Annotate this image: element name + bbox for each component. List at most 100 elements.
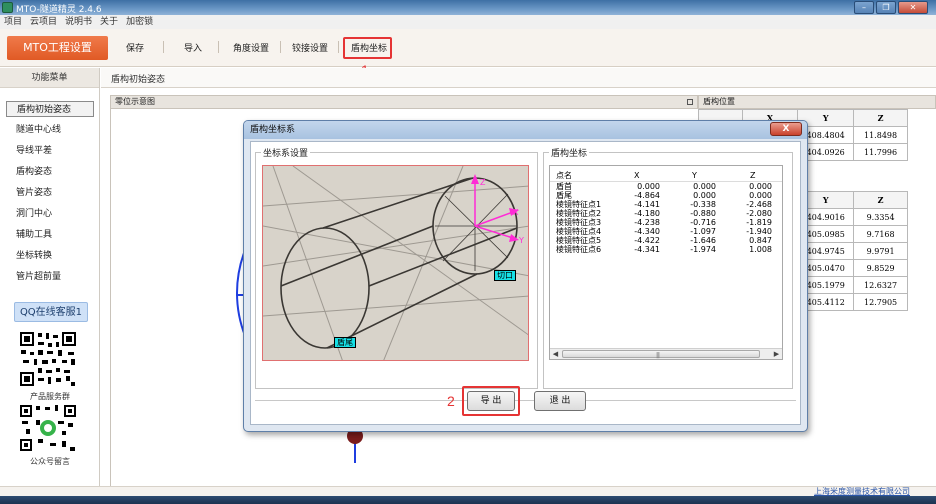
sidebar-item-segment-advance[interactable]: 管片超前量 [6, 269, 94, 285]
table-cell[interactable]: 9.7168 [853, 225, 908, 243]
service-group-qr-code [18, 330, 78, 388]
table-cell[interactable]: 9.9791 [853, 242, 908, 260]
qq-support-button[interactable]: QQ在线客服1 [14, 302, 88, 322]
grid-cell: -0.338 [690, 200, 716, 209]
table-cell[interactable]: 12.6327 [853, 276, 908, 294]
grid-cell: 棱镜特征点1 [556, 200, 602, 209]
status-bar: 上海米度测量技术有限公司 [0, 486, 936, 496]
sidebar: 功能菜单 盾构初始姿态 隧道中心线 导线平差 盾构姿态 管片姿态 洞门中心 辅助… [0, 68, 100, 486]
table-cell[interactable]: 9.3354 [853, 208, 908, 226]
tab-initial-attitude[interactable]: 盾构初始姿态 [111, 72, 165, 85]
grid-cell: 棱镜特征点6 [556, 245, 602, 254]
minimize-button[interactable]: – [854, 1, 874, 14]
grid-cell: -4.180 [634, 209, 660, 218]
grid-cell: 0.000 [749, 182, 772, 191]
grid-cell: 棱镜特征点2 [556, 209, 602, 218]
table-row[interactable]: 盾尾 -4.864 0.000 0.000 [550, 191, 782, 200]
table-cell[interactable]: 12.7905 [853, 293, 908, 311]
table-row[interactable]: 盾首 0.000 0.000 0.000 [550, 182, 782, 192]
dialog-close-button[interactable]: X [770, 122, 802, 136]
coordinate-settings-label: 坐标系设置 [261, 146, 311, 159]
scroll-right-icon[interactable]: ▶ [772, 350, 781, 359]
sidebar-item-shield-attitude[interactable]: 盾构姿态 [6, 164, 94, 180]
menu-cloud-project[interactable]: 云项目 [30, 15, 57, 29]
title-bar: MTO-隧道精灵 2.4.6 – ❐ ✕ [0, 0, 936, 15]
grid-cell: 盾尾 [556, 191, 572, 200]
grid-cell: -4.141 [634, 200, 660, 209]
menu-manual[interactable]: 说明书 [65, 15, 92, 29]
axis-z-label: Z [480, 178, 486, 187]
grid-cell: 0.000 [749, 191, 772, 200]
save-button[interactable]: 保存 [126, 41, 144, 54]
scrollbar-thumb[interactable]: ||| [562, 350, 760, 359]
sidebar-item-aux-tools[interactable]: 辅助工具 [6, 227, 94, 243]
maximize-icon[interactable] [687, 99, 693, 105]
close-button[interactable]: ✕ [898, 1, 928, 14]
horizontal-scrollbar[interactable]: ◀ ||| ▶ [550, 348, 782, 359]
table-row[interactable]: 棱镜特征点4 -4.340 -1.097 -1.940 [550, 227, 782, 236]
diagram-title: 零位示意图 [115, 97, 155, 106]
dialog-body: 坐标系设置 Z X Y 切口 盾尾 盾构坐标 点名 X Y Z 盾首 0.000… [250, 141, 801, 425]
table-row[interactable]: 棱镜特征点6 -4.341 -1.974 1.008 [550, 245, 782, 254]
sidebar-item-coordinate-transform[interactable]: 坐标转换 [6, 248, 94, 264]
table-row[interactable]: 棱镜特征点5 -4.422 -1.646 0.847 [550, 236, 782, 245]
window-title: MTO-隧道精灵 2.4.6 [16, 5, 102, 15]
project-settings-button[interactable]: MTO工程设置 [7, 36, 108, 60]
diagram-panel-header: 零位示意图 [110, 95, 698, 109]
sidebar-item-portal-center[interactable]: 洞门中心 [6, 206, 94, 222]
menu-dongle[interactable]: 加密锁 [126, 15, 153, 29]
sidebar-item-tunnel-centerline[interactable]: 隧道中心线 [6, 122, 94, 138]
grid-cell: 0.847 [749, 236, 772, 245]
toolbar-separator [163, 41, 164, 53]
axis-x-label: X [513, 208, 519, 217]
restore-button[interactable]: ❐ [876, 1, 896, 14]
table-cell[interactable]: 11.7996 [853, 143, 908, 161]
grid-cell: 0.000 [693, 191, 716, 200]
annotation-2: 2 [447, 393, 455, 409]
export-button[interactable]: 导 出 [467, 391, 515, 411]
grid-cell: 0.000 [637, 182, 660, 191]
angle-settings-button[interactable]: 角度设置 [233, 41, 269, 54]
grid-cell: -1.646 [690, 236, 716, 245]
dialog-title-bar: 盾构坐标系 [244, 121, 807, 139]
grid-cell: 0.000 [693, 182, 716, 191]
grid-cell: 1.008 [749, 245, 772, 254]
wechat-qr-code [18, 403, 78, 453]
toolbar: MTO工程设置 保存 导入 角度设置 铰接设置 盾构坐标 1 [0, 29, 936, 78]
grid-cell: 棱镜特征点5 [556, 236, 602, 245]
table-row[interactable]: 棱镜特征点1 -4.141 -0.338 -2.468 [550, 200, 782, 209]
table-cell[interactable]: 9.8529 [853, 259, 908, 277]
menu-bar: 项目 云项目 说明书 关于 加密锁 [0, 15, 936, 29]
menu-about[interactable]: 关于 [100, 15, 118, 29]
shield-coordinates-label: 盾构坐标 [549, 146, 590, 159]
position-panel-header: 盾构位置 [698, 95, 936, 109]
import-button[interactable]: 导入 [184, 41, 202, 54]
position-title: 盾构位置 [703, 97, 735, 106]
service-group-caption: 产品服务群 [30, 392, 70, 401]
sidebar-item-initial-attitude[interactable]: 盾构初始姿态 [6, 101, 94, 117]
grid-cell: 盾首 [556, 182, 572, 191]
dialog-title: 盾构坐标系 [250, 125, 296, 135]
sidebar-item-traverse-adjustment[interactable]: 导线平差 [6, 143, 94, 159]
grid-cell: -1.974 [690, 245, 716, 254]
shield-coordinate-dialog: 盾构坐标系 X 坐标系设置 Z X Y 切口 盾尾 盾构坐标 点名 X Y Z … [243, 120, 808, 432]
grid-header-name: 点名 [550, 170, 614, 182]
scroll-left-icon[interactable]: ◀ [551, 350, 560, 359]
main-tabstrip: 盾构初始姿态 [101, 68, 936, 88]
cut-label: 切口 [494, 270, 516, 281]
prism-table-header: Z [853, 191, 908, 209]
grid-cell: 棱镜特征点3 [556, 218, 602, 227]
table-row[interactable]: 棱镜特征点3 -4.238 -0.716 -1.819 [550, 218, 782, 227]
os-taskbar [0, 496, 936, 504]
shield-coordinates-grid: 点名 X Y Z 盾首 0.000 0.000 0.000 盾尾 -4.864 0.000… [549, 165, 783, 360]
hinge-settings-button[interactable]: 铰接设置 [292, 41, 328, 54]
grid-cell: -2.468 [746, 200, 772, 209]
table-row[interactable]: 棱镜特征点2 -4.180 -0.880 -2.080 [550, 209, 782, 218]
exit-button[interactable]: 退 出 [534, 391, 586, 411]
grid-cell: -1.097 [690, 227, 716, 236]
axis-y-label: Y [519, 236, 524, 245]
table-cell[interactable]: 11.8498 [853, 126, 908, 144]
menu-project[interactable]: 项目 [4, 15, 22, 29]
sidebar-item-segment-attitude[interactable]: 管片姿态 [6, 185, 94, 201]
grid-cell: 棱镜特征点4 [556, 227, 602, 236]
